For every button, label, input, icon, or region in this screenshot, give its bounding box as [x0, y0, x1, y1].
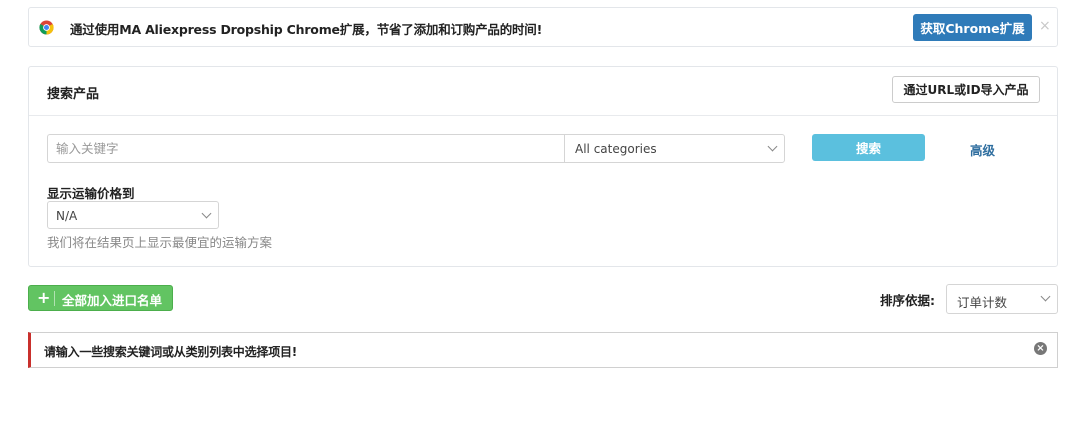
search-products-panel: 搜索产品 通过URL或ID导入产品 All categories 搜索 高级 显…: [28, 66, 1058, 267]
shipping-to-label: 显示运输价格到: [47, 186, 135, 201]
plus-icon: +: [37, 288, 51, 307]
sort-by-value: 订单计数: [957, 295, 1008, 310]
get-chrome-extension-button[interactable]: 获取Chrome扩展: [913, 14, 1032, 41]
shipping-country-select[interactable]: N/A: [47, 201, 219, 229]
chevron-down-icon: [1040, 291, 1051, 302]
notice-text: 通过使用MA Aliexpress Dropship Chrome扩展，节省了添…: [70, 22, 543, 37]
error-alert: 请输入一些搜索关键词或从类别列表中选择项目! ×: [28, 332, 1058, 368]
keyword-input[interactable]: [47, 134, 564, 163]
shipping-help-text: 我们将在结果页上显示最便宜的运输方案: [47, 235, 273, 250]
add-all-to-import-list-button[interactable]: + 全部加入进口名单: [28, 285, 173, 311]
category-select[interactable]: All categories: [564, 134, 785, 163]
chrome-extension-notice: 通过使用MA Aliexpress Dropship Chrome扩展，节省了添…: [28, 7, 1058, 47]
alert-message: 请输入一些搜索关键词或从类别列表中选择项目!: [44, 345, 298, 359]
chrome-icon: [39, 20, 54, 35]
import-by-url-button[interactable]: 通过URL或ID导入产品: [892, 76, 1040, 103]
sort-by-label: 排序依据:: [880, 293, 935, 308]
category-select-value: All categories: [575, 142, 657, 156]
chevron-down-icon: [767, 141, 778, 152]
search-button[interactable]: 搜索: [812, 134, 925, 161]
panel-header: 搜索产品 通过URL或ID导入产品: [29, 67, 1057, 116]
close-circle-icon[interactable]: ×: [1034, 342, 1047, 355]
panel-title: 搜索产品: [47, 87, 100, 102]
sort-by-select[interactable]: 订单计数: [946, 284, 1058, 314]
advanced-search-link[interactable]: 高级: [970, 140, 995, 159]
button-divider: [54, 291, 55, 306]
close-icon[interactable]: ×: [1039, 18, 1051, 34]
shipping-country-value: N/A: [56, 209, 78, 223]
add-all-label: 全部加入进口名单: [62, 293, 163, 308]
chevron-down-icon: [201, 208, 212, 219]
